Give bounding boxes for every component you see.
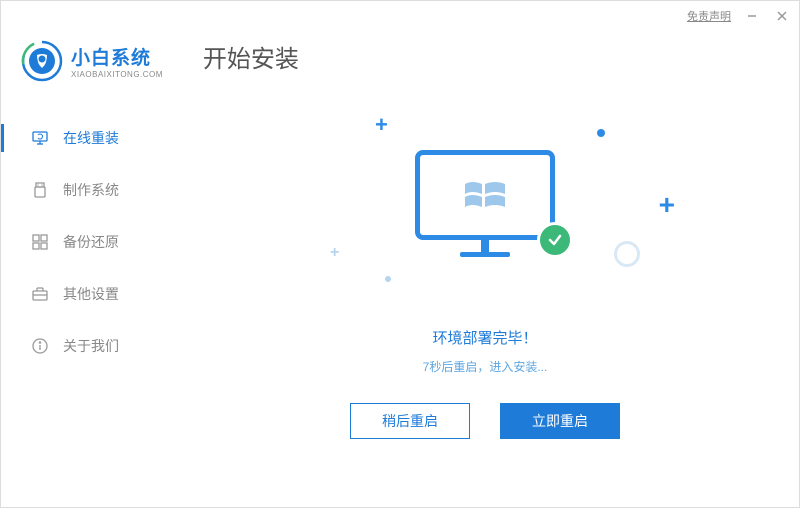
status-title: 环境部署完毕！	[432, 327, 537, 348]
circle-decoration-icon	[614, 241, 640, 267]
dot-decoration-icon	[385, 276, 391, 282]
success-check-icon	[537, 222, 573, 258]
page-title: 开始安装	[203, 39, 299, 74]
sidebar-item-label: 其他设置	[63, 284, 119, 304]
sidebar-item-label: 备份还原	[63, 232, 119, 252]
plus-decoration-icon: +	[330, 244, 339, 262]
sidebar-item-label: 制作系统	[63, 180, 119, 200]
status-subtitle: 7秒后重启，进入安装...	[423, 358, 548, 375]
dot-decoration-icon	[597, 129, 605, 137]
logo-icon	[21, 40, 63, 82]
minimize-button[interactable]	[743, 7, 761, 25]
grid-icon	[31, 233, 49, 251]
disclaimer-link[interactable]: 免责声明	[687, 8, 731, 24]
sidebar-item-create[interactable]: 制作系统	[1, 164, 171, 216]
windows-logo-icon	[460, 172, 510, 217]
logo: 小白系统 XIAOBAIXITONG.COM	[21, 40, 163, 82]
sidebar: 在线重装 制作系统 备份还原 其他设置 关于我们	[1, 97, 171, 503]
usb-icon	[31, 181, 49, 199]
sidebar-item-label: 关于我们	[63, 336, 119, 356]
brand-url: XIAOBAIXITONG.COM	[71, 70, 163, 79]
sidebar-item-backup[interactable]: 备份还原	[1, 216, 171, 268]
plus-decoration-icon: +	[659, 189, 675, 221]
sidebar-item-settings[interactable]: 其他设置	[1, 268, 171, 320]
sidebar-item-label: 在线重装	[63, 128, 119, 148]
restart-now-button[interactable]: 立即重启	[500, 403, 620, 439]
briefcase-icon	[31, 285, 49, 303]
sidebar-item-about[interactable]: 关于我们	[1, 320, 171, 372]
restart-later-button[interactable]: 稍后重启	[350, 403, 470, 439]
illustration: + + +	[335, 117, 635, 297]
monitor-icon	[415, 150, 555, 265]
close-button[interactable]	[773, 7, 791, 25]
brand-name: 小白系统	[71, 43, 163, 70]
plus-decoration-icon: +	[375, 112, 388, 138]
sidebar-item-reinstall[interactable]: 在线重装	[1, 112, 171, 164]
main-content: + + +	[171, 97, 799, 503]
computer-refresh-icon	[31, 129, 49, 147]
info-icon	[31, 337, 49, 355]
